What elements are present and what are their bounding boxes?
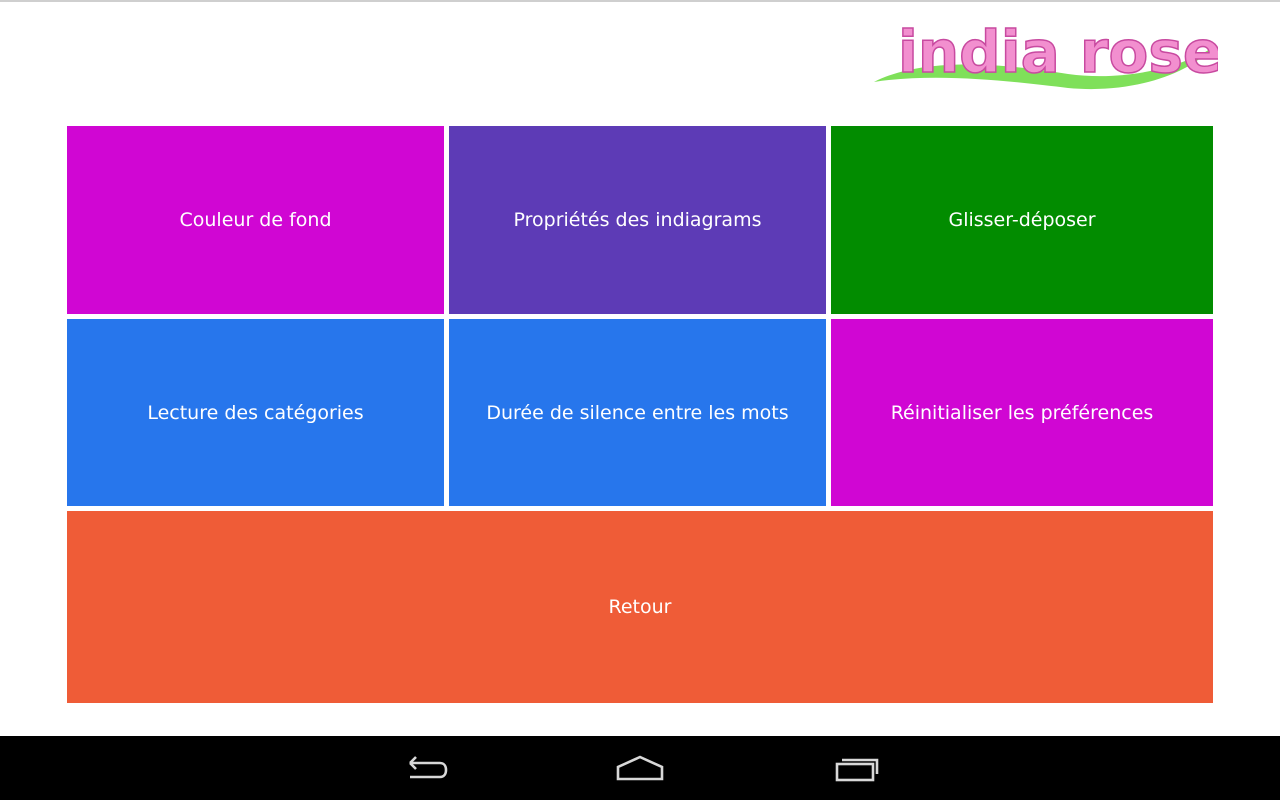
back-button[interactable]: Retour [67, 511, 1213, 703]
home-icon [616, 755, 664, 781]
svg-text:india rose: india rose [898, 18, 1218, 86]
back-button-label: Retour [608, 596, 672, 618]
nav-home-button[interactable] [595, 736, 685, 800]
silence-duration-button[interactable]: Durée de silence entre les mots [449, 319, 826, 506]
tile-label: Couleur de fond [179, 209, 332, 231]
recent-apps-icon [835, 758, 879, 782]
tile-label: Lecture des catégories [147, 401, 364, 424]
nav-back-button[interactable] [379, 736, 469, 800]
tile-label: Glisser-déposer [948, 209, 1096, 231]
category-reading-button[interactable]: Lecture des catégories [67, 319, 444, 506]
back-arrow-icon [409, 756, 448, 779]
tile-label: Réinitialiser les préférences [890, 401, 1154, 424]
app-logo: india rose [868, 8, 1218, 92]
system-navigation-bar [0, 736, 1280, 800]
drag-and-drop-button[interactable]: Glisser-déposer [831, 126, 1213, 314]
indiagram-properties-button[interactable]: Propriétés des indiagrams [449, 126, 826, 314]
tile-label: Propriétés des indiagrams [513, 209, 762, 231]
tile-label: Durée de silence entre les mots [486, 401, 789, 424]
reset-preferences-button[interactable]: Réinitialiser les préférences [831, 319, 1213, 506]
background-color-button[interactable]: Couleur de fond [67, 126, 444, 314]
nav-recents-button[interactable] [812, 736, 902, 800]
status-divider [0, 0, 1280, 2]
